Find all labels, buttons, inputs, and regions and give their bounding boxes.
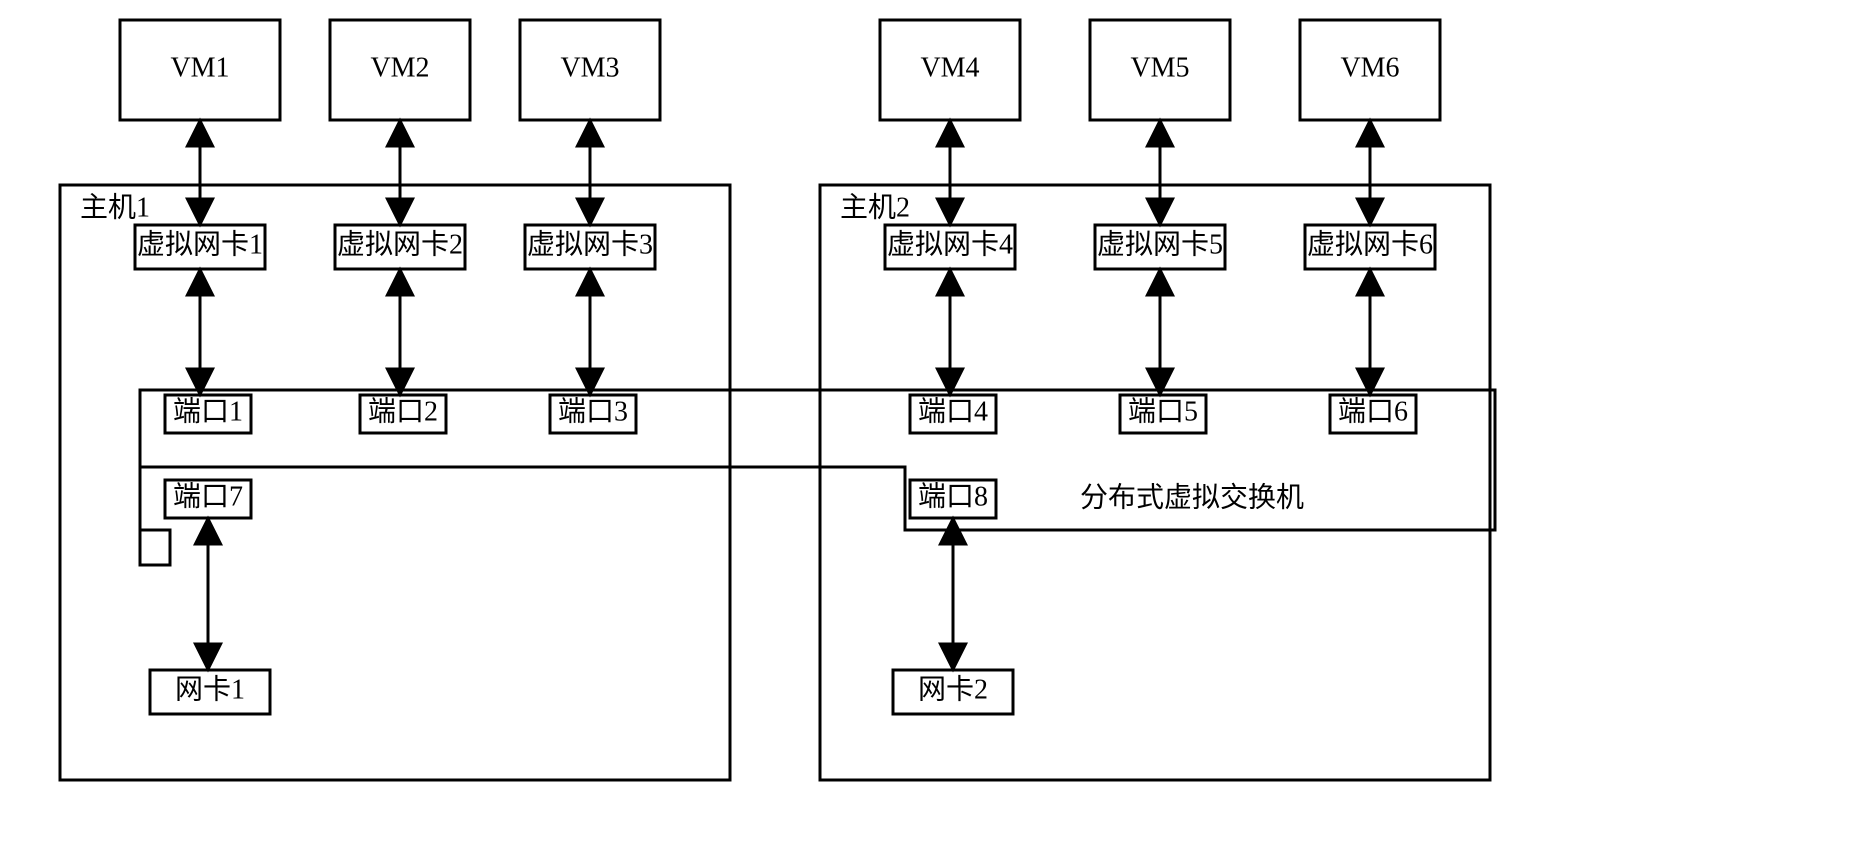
vm1-label: VM1 <box>170 52 229 83</box>
nic2-label: 网卡2 <box>918 673 988 705</box>
vm1-box: VM1 <box>120 20 280 120</box>
port1-box: 端口1 <box>165 395 251 433</box>
vnic1-box: 虚拟网卡1 <box>135 225 265 269</box>
vm2-label: VM2 <box>370 52 429 83</box>
vm5-label: VM5 <box>1130 52 1189 83</box>
vnic4-box: 虚拟网卡4 <box>885 225 1015 269</box>
dvs-frame <box>140 390 1495 565</box>
vnic5-label: 虚拟网卡5 <box>1097 228 1223 260</box>
port2-box: 端口2 <box>360 395 446 433</box>
vm4-label: VM4 <box>920 52 979 83</box>
host1-label: 主机1 <box>80 191 150 223</box>
port4-box: 端口4 <box>910 395 996 433</box>
port2-label: 端口2 <box>368 395 438 427</box>
vnic2-box: 虚拟网卡2 <box>335 225 465 269</box>
vm6-box: VM6 <box>1300 20 1440 120</box>
port4-label: 端口4 <box>918 395 988 427</box>
port3-label: 端口3 <box>558 395 628 427</box>
vm2-box: VM2 <box>330 20 470 120</box>
vnic6-box: 虚拟网卡6 <box>1305 225 1435 269</box>
port6-box: 端口6 <box>1330 395 1416 433</box>
vnic3-box: 虚拟网卡3 <box>525 225 655 269</box>
vnic1-label: 虚拟网卡1 <box>137 228 263 260</box>
port5-box: 端口5 <box>1120 395 1206 433</box>
vnic3-label: 虚拟网卡3 <box>527 228 653 260</box>
port6-label: 端口6 <box>1338 395 1408 427</box>
nic1-label: 网卡1 <box>175 673 245 705</box>
vm3-label: VM3 <box>560 52 619 83</box>
port7-box: 端口7 <box>165 480 251 518</box>
vm3-box: VM3 <box>520 20 660 120</box>
host2-label: 主机2 <box>840 191 910 223</box>
vm5-box: VM5 <box>1090 20 1230 120</box>
port7-label: 端口7 <box>173 480 243 512</box>
port5-label: 端口5 <box>1128 395 1198 427</box>
vm4-box: VM4 <box>880 20 1020 120</box>
port8-box: 端口8 <box>910 480 996 518</box>
dvs-label: 分布式虚拟交换机 <box>1080 481 1304 513</box>
port1-label: 端口1 <box>173 395 243 427</box>
nic2-box: 网卡2 <box>893 670 1013 714</box>
vm6-label: VM6 <box>1340 52 1399 83</box>
nic1-box: 网卡1 <box>150 670 270 714</box>
vnic6-label: 虚拟网卡6 <box>1307 228 1433 260</box>
port3-box: 端口3 <box>550 395 636 433</box>
port8-label: 端口8 <box>918 480 988 512</box>
vnic4-label: 虚拟网卡4 <box>887 228 1013 260</box>
vnic5-box: 虚拟网卡5 <box>1095 225 1225 269</box>
vnic2-label: 虚拟网卡2 <box>337 228 463 260</box>
